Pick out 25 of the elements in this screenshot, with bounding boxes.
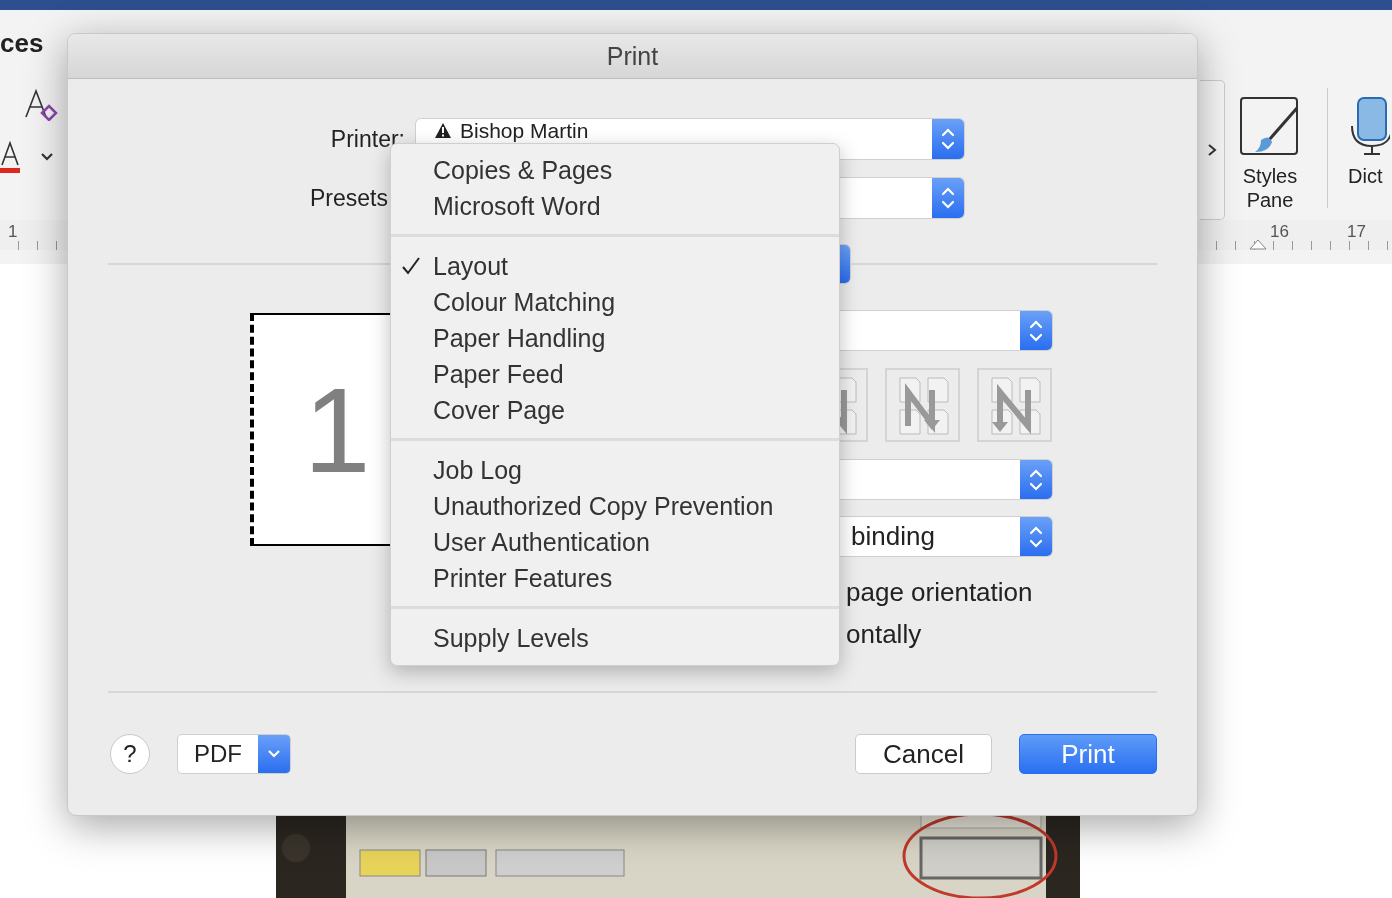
- menu-item[interactable]: Microsoft Word: [391, 188, 839, 224]
- menu-item[interactable]: Paper Handling: [391, 320, 839, 356]
- option-label: page orientation: [846, 576, 1034, 609]
- field-label: Printer:: [329, 125, 405, 153]
- page-number: 1: [303, 369, 371, 490]
- option-label: ontally: [846, 618, 923, 651]
- cancel-button[interactable]: Cancel: [855, 734, 992, 774]
- ruler-number: 1: [8, 222, 18, 242]
- menu-item[interactable]: Paper Feed: [391, 356, 839, 392]
- ruler-number: 16: [1270, 222, 1289, 242]
- dictate-button[interactable]: Dict: [1348, 96, 1392, 188]
- menu-item[interactable]: Cover Page: [391, 392, 839, 428]
- styles-pane-button[interactable]: Styles Pane: [1235, 96, 1305, 212]
- menu-item[interactable]: Supply Levels: [391, 620, 839, 656]
- ruler-number: 17: [1346, 222, 1366, 242]
- field-label: Presets: [309, 184, 389, 212]
- menu-item[interactable]: Layout: [391, 248, 839, 284]
- menu-item[interactable]: Job Log: [391, 452, 839, 488]
- dialog-title: Print: [606, 41, 659, 71]
- help-button[interactable]: ?: [110, 734, 150, 774]
- ribbon-tab[interactable]: ces: [0, 28, 44, 59]
- print-button[interactable]: Print: [1019, 734, 1157, 774]
- menu-item[interactable]: Printer Features: [391, 560, 839, 596]
- menu-item[interactable]: Colour Matching: [391, 284, 839, 320]
- pdf-button[interactable]: PDF: [177, 734, 291, 774]
